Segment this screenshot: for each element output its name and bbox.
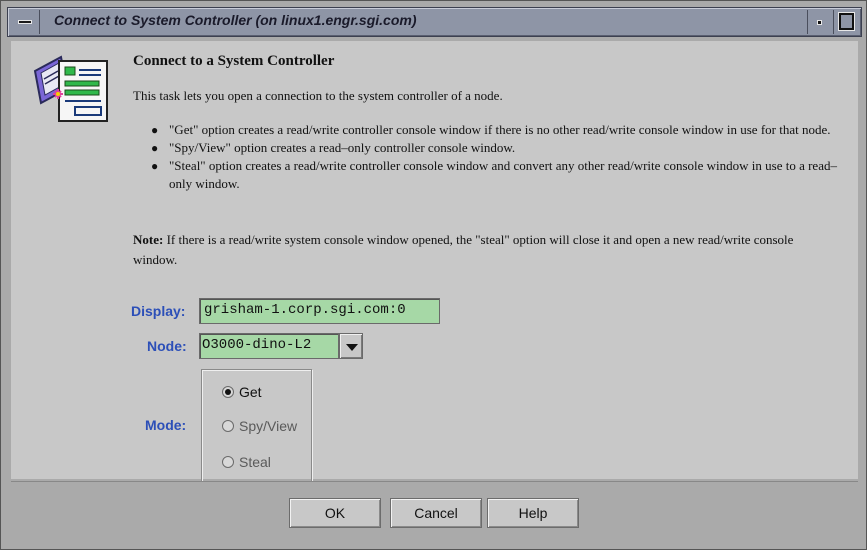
radio-unselected-icon [222, 456, 234, 468]
note-label: Note: [133, 232, 164, 247]
radio-label: Get [239, 384, 262, 400]
mode-label: Mode: [145, 417, 187, 433]
note-text: If there is a read/write system console … [133, 232, 794, 267]
dialog-content: Connect to a System Controller This task… [11, 41, 858, 485]
radio-steal[interactable]: Steal [222, 454, 271, 470]
dialog-window: Connect to System Controller (on linux1.… [0, 0, 867, 550]
display-label: Display: [131, 303, 186, 319]
ok-button[interactable]: OK [289, 498, 381, 528]
task-connect-icon [33, 55, 108, 122]
radio-label: Spy/View [239, 418, 298, 434]
radio-label: Steal [239, 454, 271, 470]
radio-get[interactable]: Get [222, 384, 262, 400]
window-menu-icon[interactable] [10, 10, 40, 34]
bullet-text: "Spy/View" option creates a read–only co… [169, 140, 516, 155]
list-item: ● "Spy/View" option creates a read–only c… [151, 140, 516, 155]
display-field[interactable]: grisham-1.corp.sgi.com:0 [199, 298, 440, 324]
list-item: ● "Steal" option creates a read/write con… [151, 158, 837, 191]
bullet-text: "Get" option creates a read/write contro… [169, 122, 831, 137]
window-title: Connect to System Controller (on linux1.… [54, 12, 417, 28]
task-intro: This task lets you open a connection to … [133, 88, 503, 103]
dropdown-arrow-icon [346, 344, 358, 351]
list-item: ● "Get" option creates a read/write contr… [151, 122, 831, 137]
option-list: ● "Get" option creates a read/write contr… [151, 121, 851, 193]
node-dropdown-button[interactable] [339, 333, 363, 359]
radio-unselected-icon [222, 420, 234, 432]
task-heading: Connect to a System Controller [133, 53, 335, 69]
radio-spy-view[interactable]: Spy/View [222, 418, 297, 434]
node-label: Node: [147, 338, 187, 354]
title-bar[interactable]: Connect to System Controller (on linux1.… [7, 7, 862, 37]
help-button[interactable]: Help [487, 498, 579, 528]
node-field[interactable]: O3000-dino-L2 [199, 333, 339, 359]
cancel-button[interactable]: Cancel [390, 498, 482, 528]
maximize-icon[interactable] [833, 10, 859, 34]
mode-radio-group: Get Spy/View Steal [201, 369, 312, 485]
bullet-text: "Steal" option creates a read/write cont… [169, 158, 837, 191]
note: Note: If there is a read/write system co… [133, 230, 833, 270]
radio-selected-icon [222, 386, 234, 398]
button-bar: OK Cancel Help [11, 481, 858, 545]
minimize-icon[interactable] [807, 10, 831, 34]
